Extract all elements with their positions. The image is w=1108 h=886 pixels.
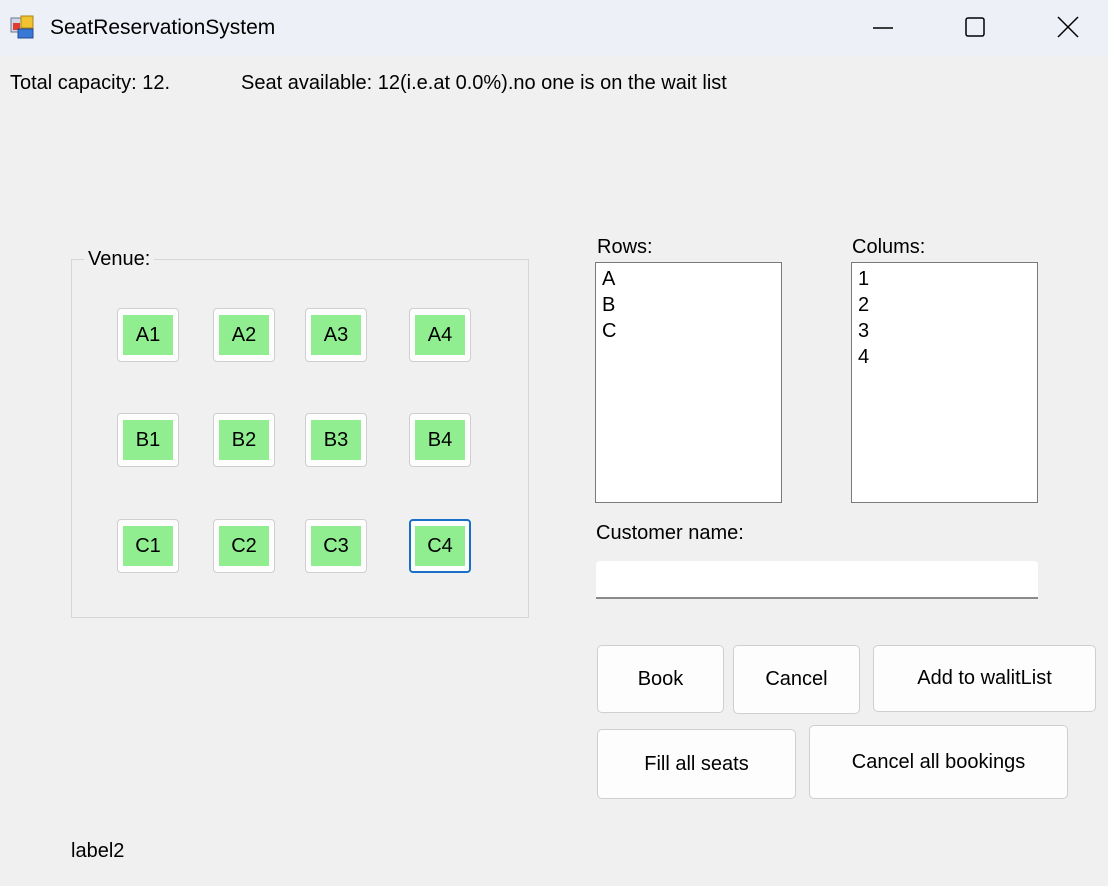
total-capacity-label: Total capacity: 12. xyxy=(10,72,171,94)
seat-label: A3 xyxy=(311,315,361,355)
columns-listbox[interactable]: 1 2 3 4 xyxy=(851,262,1038,503)
maximize-button[interactable] xyxy=(930,4,1020,52)
seat-label: A1 xyxy=(123,315,173,355)
maximize-icon xyxy=(965,17,985,37)
list-item[interactable]: C xyxy=(602,318,781,344)
seat-b2-button[interactable]: B2 xyxy=(213,413,275,467)
customer-name-label: Customer name: xyxy=(596,522,744,544)
seat-c2-button[interactable]: C2 xyxy=(213,519,275,573)
list-item[interactable]: 3 xyxy=(858,318,1037,344)
list-item[interactable]: B xyxy=(602,292,781,318)
rows-listbox[interactable]: A B C xyxy=(595,262,782,503)
window-title: SeatReservationSystem xyxy=(50,16,276,39)
seat-label: B3 xyxy=(311,420,361,460)
seat-b1-button[interactable]: B1 xyxy=(117,413,179,467)
seat-b3-button[interactable]: B3 xyxy=(305,413,367,467)
seat-label: B2 xyxy=(219,420,269,460)
seat-a3-button[interactable]: A3 xyxy=(305,308,367,362)
seat-label: C4 xyxy=(415,526,465,566)
seat-b4-button[interactable]: B4 xyxy=(409,413,471,467)
seat-c1-button[interactable]: C1 xyxy=(117,519,179,573)
app-icon xyxy=(10,14,36,40)
venue-label: Venue: xyxy=(84,248,155,271)
seat-a2-button[interactable]: A2 xyxy=(213,308,275,362)
seat-label: C2 xyxy=(219,526,269,566)
title-bar[interactable]: SeatReservationSystem xyxy=(0,0,1108,56)
rows-label: Rows: xyxy=(597,236,653,258)
columns-label: Colums: xyxy=(852,236,926,258)
status-label: label2 xyxy=(71,840,125,862)
list-item[interactable]: A xyxy=(602,266,781,292)
seat-label: C3 xyxy=(311,526,361,566)
customer-name-input[interactable] xyxy=(596,561,1038,599)
book-button[interactable]: Book xyxy=(597,645,724,713)
fill-all-seats-button[interactable]: Fill all seats xyxy=(597,729,796,799)
seat-a4-button[interactable]: A4 xyxy=(409,308,471,362)
seat-label: B1 xyxy=(123,420,173,460)
close-button[interactable] xyxy=(1022,4,1108,52)
minimize-icon xyxy=(873,27,893,29)
close-icon xyxy=(1057,16,1079,38)
list-item[interactable]: 4 xyxy=(858,344,1037,370)
list-item[interactable]: 1 xyxy=(858,266,1037,292)
add-to-waitlist-button[interactable]: Add to walitList xyxy=(873,645,1096,712)
seat-a1-button[interactable]: A1 xyxy=(117,308,179,362)
minimize-button[interactable] xyxy=(838,4,928,52)
cancel-all-bookings-button[interactable]: Cancel all bookings xyxy=(809,725,1068,799)
seat-label: B4 xyxy=(415,420,465,460)
seat-label: C1 xyxy=(123,526,173,566)
list-item[interactable]: 2 xyxy=(858,292,1037,318)
cancel-button[interactable]: Cancel xyxy=(733,645,860,714)
seat-label: A2 xyxy=(219,315,269,355)
seat-availability-label: Seat available: 12(i.e.at 0.0%).no one i… xyxy=(241,72,727,94)
seat-label: A4 xyxy=(415,315,465,355)
seat-c4-button[interactable]: C4 xyxy=(409,519,471,573)
seat-c3-button[interactable]: C3 xyxy=(305,519,367,573)
